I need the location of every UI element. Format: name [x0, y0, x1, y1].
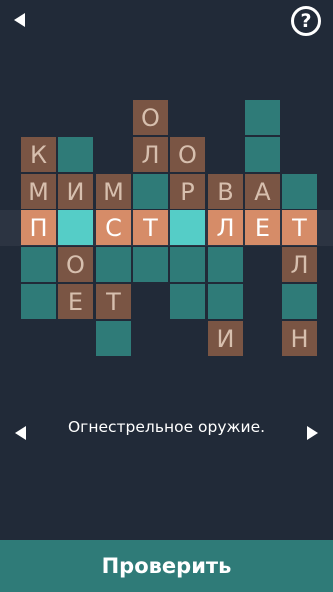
- grid-cell-r2-c1[interactable]: И: [58, 174, 93, 209]
- clue-text: Огнестрельное оружие.: [67, 418, 266, 436]
- grid-cell-r1-c4[interactable]: О: [170, 137, 205, 172]
- grid-cell-r4-c7[interactable]: Л: [282, 247, 317, 282]
- clue-bar: Огнестрельное оружие.: [0, 412, 333, 448]
- grid-cell-r4-c4[interactable]: [170, 247, 205, 282]
- grid-cell-r2-c3[interactable]: [133, 174, 168, 209]
- grid-cell-r2-c0[interactable]: М: [21, 174, 56, 209]
- grid-cell-r5-c5[interactable]: [208, 284, 243, 319]
- grid-cell-r2-c4[interactable]: Р: [170, 174, 205, 209]
- triangle-left-icon[interactable]: [12, 424, 28, 442]
- grid-cell-r4-c1[interactable]: О: [58, 247, 93, 282]
- grid-cell-r6-c7[interactable]: Н: [282, 321, 317, 356]
- grid-cell-r4-c2[interactable]: [96, 247, 131, 282]
- grid-cell-r2-c2[interactable]: М: [96, 174, 131, 209]
- grid-cell-r6-c5[interactable]: И: [208, 321, 243, 356]
- grid-cell-r2-c6[interactable]: А: [245, 174, 280, 209]
- grid-cell-r4-c5[interactable]: [208, 247, 243, 282]
- grid-cell-r3-c3[interactable]: Т: [133, 210, 168, 245]
- check-button[interactable]: Проверить: [0, 540, 333, 592]
- grid-cell-r3-c0[interactable]: П: [21, 210, 56, 245]
- grid-cell-r5-c0[interactable]: [21, 284, 56, 319]
- grid-cell-r1-c0[interactable]: К: [21, 137, 56, 172]
- grid-cell-r5-c4[interactable]: [170, 284, 205, 319]
- grid-cell-r4-c0[interactable]: [21, 247, 56, 282]
- grid-cell-r5-c7[interactable]: [282, 284, 317, 319]
- grid-cell-r3-c5[interactable]: Л: [208, 210, 243, 245]
- grid-cell-r0-c6[interactable]: [245, 100, 280, 135]
- grid-cell-r2-c7[interactable]: [282, 174, 317, 209]
- grid-cell-r4-c3[interactable]: [133, 247, 168, 282]
- grid-cell-r3-c1[interactable]: [58, 210, 93, 245]
- grid-cell-r1-c1[interactable]: [58, 137, 93, 172]
- grid-cell-r3-c4[interactable]: [170, 210, 205, 245]
- triangle-right-icon[interactable]: [305, 424, 321, 442]
- grid-cell-r3-c6[interactable]: Е: [245, 210, 280, 245]
- crossword-grid: ОКЛОМИМРВАПСТЛЕТОЛЕТИН: [0, 0, 333, 400]
- grid-cell-r3-c2[interactable]: С: [96, 210, 131, 245]
- grid-cell-r1-c6[interactable]: [245, 137, 280, 172]
- grid-cell-r0-c3[interactable]: О: [133, 100, 168, 135]
- grid-cell-r3-c7[interactable]: Т: [282, 210, 317, 245]
- grid-cell-r5-c2[interactable]: Т: [96, 284, 131, 319]
- grid-cell-r2-c5[interactable]: В: [208, 174, 243, 209]
- grid-cell-r1-c3[interactable]: Л: [133, 137, 168, 172]
- grid-cell-r5-c1[interactable]: Е: [58, 284, 93, 319]
- grid-cell-r6-c2[interactable]: [96, 321, 131, 356]
